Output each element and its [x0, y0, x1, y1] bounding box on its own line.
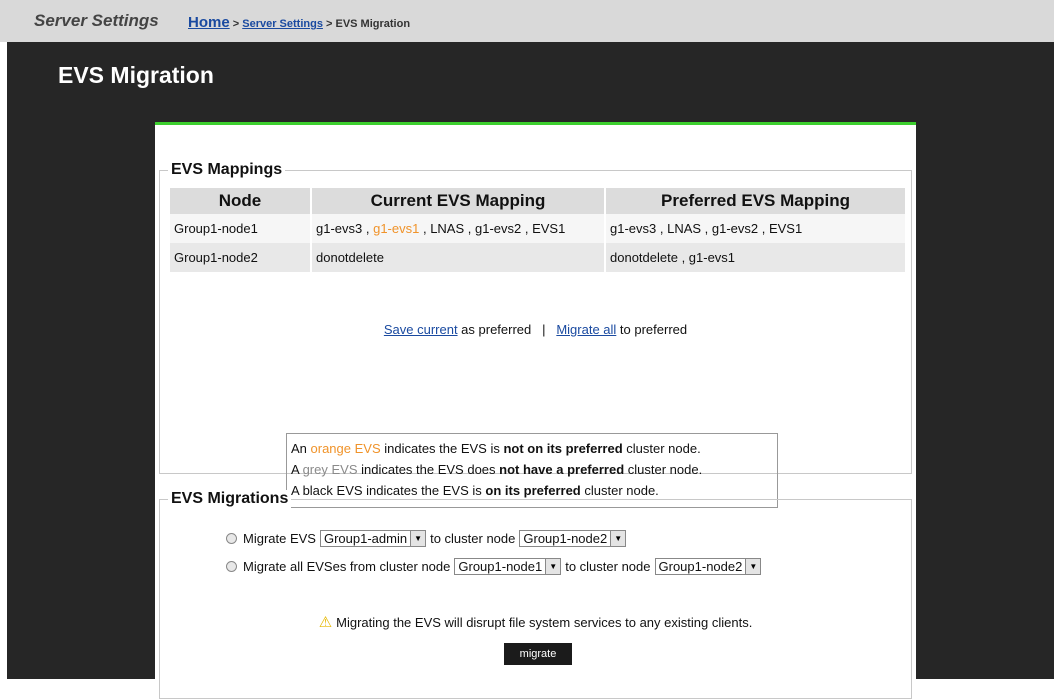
- evs-mappings-table: Node Current EVS Mapping Preferred EVS M…: [170, 188, 907, 272]
- to-cluster-label: to cluster node: [430, 531, 516, 546]
- migrate-all-row: Migrate all EVSes from cluster node Grou…: [226, 558, 765, 575]
- key-bold: on its preferred: [485, 483, 581, 498]
- migrate-evs-label: Migrate EVS: [243, 531, 316, 546]
- source-node-value: Group1-node1: [458, 559, 543, 574]
- key-text: cluster node.: [624, 462, 703, 477]
- save-suffix: as preferred: [457, 322, 532, 337]
- current-mapping-cell: donotdelete: [311, 243, 606, 272]
- settings-card: EVS Mappings Node Current EVS Mapping Pr…: [155, 122, 916, 699]
- key-text: cluster node.: [580, 483, 659, 498]
- evs-item: LNAS: [430, 221, 465, 236]
- destination-node-select[interactable]: Group1-node2 ▼: [654, 558, 762, 575]
- key-text: An: [291, 441, 311, 456]
- preferred-mapping-cell: g1-evs3 , LNAS , g1-evs2 , EVS1: [605, 214, 907, 243]
- actions-separator: |: [542, 322, 546, 337]
- migrate-evs-row: Migrate EVS Group1-admin ▼ to cluster nod…: [226, 530, 630, 547]
- to-cluster-label: to cluster node: [565, 559, 651, 574]
- target-node-select[interactable]: Group1-node2 ▼: [519, 530, 627, 547]
- key-grey-label: grey EVS: [302, 462, 358, 477]
- table-row: Group1-node1 g1-evs3 , g1-evs1 , LNAS , …: [170, 214, 907, 243]
- key-line-grey: A grey EVS indicates the EVS does not ha…: [291, 459, 777, 480]
- breadcrumb-home-link[interactable]: Home: [188, 14, 230, 31]
- source-node-select[interactable]: Group1-node1 ▼: [454, 558, 562, 575]
- color-key-box: An orange EVS indicates the EVS is not o…: [286, 433, 778, 508]
- evs-mappings-legend: EVS Mappings: [168, 161, 286, 179]
- column-header-node: Node: [170, 188, 312, 214]
- top-bar: Server Settings Home > Server Settings >…: [0, 0, 1054, 42]
- evs-mappings-section: EVS Mappings Node Current EVS Mapping Pr…: [159, 161, 912, 508]
- evs-select-value: Group1-admin: [323, 531, 408, 546]
- evs-migrations-section: EVS Migrations Migrate EVS Group1-admin ▼…: [159, 490, 912, 699]
- target-node-value: Group1-node2: [523, 531, 608, 546]
- dropdown-arrow-icon: ▼: [745, 559, 761, 574]
- mapping-actions: Save current as preferred | Migrate all …: [160, 322, 911, 337]
- warning-text: Migrating the EVS will disrupt file syst…: [336, 615, 753, 630]
- migration-warning: ⚠ Migrating the EVS will disrupt file sys…: [160, 613, 911, 631]
- column-header-current: Current EVS Mapping: [311, 188, 606, 214]
- dropdown-arrow-icon: ▼: [545, 559, 561, 574]
- evs-select[interactable]: Group1-admin ▼: [319, 530, 427, 547]
- key-bold: not have a preferred: [499, 462, 625, 477]
- destination-node-value: Group1-node2: [658, 559, 743, 574]
- evs-item-orange: g1-evs1: [373, 221, 420, 236]
- key-text: indicates the EVS does: [357, 462, 500, 477]
- migrate-all-link[interactable]: Migrate all: [556, 322, 616, 337]
- key-text: indicates the EVS is: [380, 441, 504, 456]
- migrate-all-radio[interactable]: [226, 561, 237, 572]
- table-row: Group1-node2 donotdelete donotdelete , g…: [170, 243, 907, 272]
- key-text: A: [291, 462, 303, 477]
- column-header-preferred: Preferred EVS Mapping: [605, 188, 907, 214]
- key-text: cluster node.: [622, 441, 701, 456]
- key-text: A black EVS indicates the EVS is: [291, 483, 486, 498]
- key-line-orange: An orange EVS indicates the EVS is not o…: [291, 438, 777, 459]
- migrate-button[interactable]: migrate: [504, 643, 572, 665]
- migrate-evs-radio[interactable]: [226, 533, 237, 544]
- page-title: EVS Migration: [58, 62, 214, 88]
- evs-migrations-legend: EVS Migrations: [168, 490, 292, 508]
- breadcrumb-server-settings-link[interactable]: Server Settings: [242, 18, 323, 30]
- preferred-mapping-cell: donotdelete , g1-evs1: [605, 243, 907, 272]
- breadcrumb-separator: >: [322, 18, 336, 30]
- migrate-suffix: to preferred: [616, 322, 688, 337]
- breadcrumb: Home > Server Settings > EVS Migration: [188, 14, 410, 31]
- key-orange-label: orange EVS: [310, 441, 381, 456]
- evs-item: g1-evs3: [316, 221, 363, 236]
- evs-item: g1-evs2: [475, 221, 522, 236]
- node-cell: Group1-node2: [170, 243, 312, 272]
- key-bold: not on its preferred: [503, 441, 623, 456]
- evs-item: donotdelete: [316, 250, 384, 265]
- dropdown-arrow-icon: ▼: [410, 531, 426, 546]
- evs-item: EVS1: [532, 221, 566, 236]
- migrate-all-label: Migrate all EVSes from cluster node: [243, 559, 451, 574]
- key-line-black: A black EVS indicates the EVS is on its …: [291, 480, 777, 501]
- breadcrumb-current: EVS Migration: [335, 18, 411, 30]
- save-current-link[interactable]: Save current: [384, 322, 458, 337]
- dropdown-arrow-icon: ▼: [610, 531, 626, 546]
- warning-icon: ⚠: [318, 614, 333, 631]
- app-title: Server Settings: [34, 11, 159, 30]
- node-cell: Group1-node1: [170, 214, 312, 243]
- current-mapping-cell: g1-evs3 , g1-evs1 , LNAS , g1-evs2 , EVS…: [311, 214, 606, 243]
- breadcrumb-separator: >: [229, 18, 243, 30]
